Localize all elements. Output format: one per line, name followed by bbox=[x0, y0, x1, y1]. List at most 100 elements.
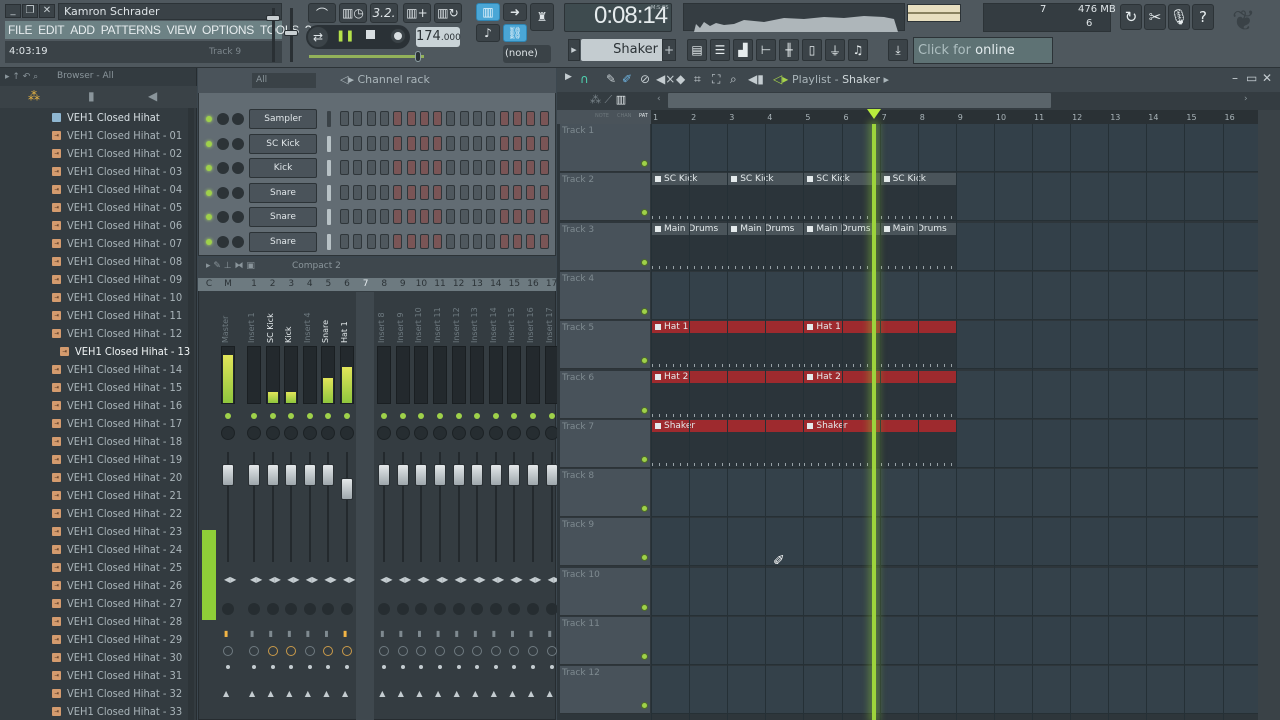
step-button[interactable] bbox=[353, 111, 363, 126]
step-button[interactable] bbox=[526, 209, 536, 225]
step-button[interactable] bbox=[473, 209, 482, 225]
fx-enable-icon[interactable]: ▮ bbox=[306, 629, 310, 638]
step-button[interactable] bbox=[393, 135, 403, 151]
route-arrow-icon[interactable]: ▲ bbox=[268, 689, 274, 698]
magnet-snap-icon[interactable]: ∩ bbox=[580, 72, 589, 86]
mixer-track-number[interactable]: 9 bbox=[394, 279, 412, 289]
mixer-strip[interactable]: Snare ◀▶ ▮ ▲ bbox=[319, 292, 337, 720]
playlist-horizontal-scrollbar[interactable] bbox=[668, 93, 1051, 108]
step-button[interactable] bbox=[512, 160, 522, 176]
fx-enable-icon[interactable]: ▮ bbox=[250, 629, 254, 638]
mode-pat-label[interactable]: PAT bbox=[639, 113, 648, 119]
latency-clock-icon[interactable] bbox=[323, 646, 334, 656]
mixer-send-knob[interactable] bbox=[434, 603, 446, 615]
mixer-send-knob[interactable] bbox=[322, 603, 335, 615]
channel-mute-led[interactable] bbox=[206, 189, 212, 196]
mixer-volume-fader[interactable] bbox=[248, 464, 260, 486]
track-lane[interactable] bbox=[651, 567, 1258, 616]
step-button[interactable] bbox=[433, 209, 443, 225]
route-arrow-icon[interactable]: ▲ bbox=[454, 689, 460, 698]
step-button[interactable] bbox=[473, 160, 482, 176]
step-button[interactable] bbox=[486, 209, 496, 225]
step-button[interactable] bbox=[406, 135, 416, 151]
mode-note-label[interactable]: NOTE bbox=[595, 113, 609, 119]
route-arrow-icon[interactable]: ▲ bbox=[416, 689, 422, 698]
route-arrow-icon[interactable]: ▲ bbox=[472, 689, 478, 698]
mixer-mute-led[interactable] bbox=[269, 413, 276, 419]
latency-clock-icon[interactable] bbox=[528, 646, 538, 656]
step-button[interactable] bbox=[473, 234, 482, 249]
mixer-pan-knob[interactable] bbox=[488, 426, 503, 440]
browser-item[interactable]: ⇥ VEH1 Closed Hihat - 24 bbox=[52, 540, 182, 558]
track-lane[interactable] bbox=[651, 124, 1258, 172]
channel-volume-knob[interactable] bbox=[232, 236, 244, 248]
track-header[interactable]: Track 2 bbox=[560, 173, 650, 222]
arrow-right-icon[interactable]: ➜ bbox=[503, 3, 527, 21]
menu-file[interactable]: FILE bbox=[5, 23, 35, 37]
step-button[interactable] bbox=[486, 111, 496, 126]
step-button[interactable] bbox=[539, 234, 549, 249]
track-mute-led[interactable] bbox=[641, 653, 648, 660]
browser-item[interactable]: ⇥ VEH1 Closed Hihat - 07 bbox=[52, 234, 182, 252]
browser-window-button[interactable]: ⊢ bbox=[756, 39, 776, 61]
channel-pan-knob[interactable] bbox=[217, 162, 229, 175]
stereo-separation-icon[interactable]: ◀▶ bbox=[492, 575, 504, 584]
step-button[interactable] bbox=[526, 111, 536, 126]
step-button[interactable] bbox=[393, 111, 403, 126]
track-lane[interactable] bbox=[651, 518, 1258, 567]
minimize-button[interactable]: _ bbox=[5, 4, 21, 18]
mixer-pan-knob[interactable] bbox=[265, 426, 280, 440]
mixer-track-number[interactable]: 8 bbox=[375, 279, 393, 289]
playlist-minimize-button[interactable]: – bbox=[1232, 71, 1238, 85]
track-mute-led[interactable] bbox=[641, 554, 648, 562]
stereo-separation-icon[interactable]: ◀▶ bbox=[324, 575, 336, 584]
record-button[interactable] bbox=[390, 28, 406, 44]
step-button[interactable] bbox=[340, 209, 349, 225]
fx-enable-icon[interactable]: ▮ bbox=[287, 629, 291, 638]
mixer-mute-led[interactable] bbox=[455, 413, 462, 419]
step-button[interactable] bbox=[366, 184, 376, 200]
stereo-separation-icon[interactable]: ◀▶ bbox=[306, 575, 318, 584]
mixer-volume-fader[interactable] bbox=[415, 464, 428, 486]
stereo-separation-icon[interactable]: ◀▶ bbox=[380, 575, 392, 584]
browser-item[interactable]: ⇥ VEH1 Closed Hihat - 19 bbox=[52, 450, 182, 468]
playlist-maximize-button[interactable]: ▭ bbox=[1246, 71, 1257, 85]
step-button[interactable] bbox=[539, 209, 549, 225]
playhead-marker[interactable] bbox=[866, 109, 881, 119]
track-header[interactable]: Track 12 bbox=[560, 666, 650, 715]
mixer-volume-fader[interactable] bbox=[508, 464, 521, 486]
step-button[interactable] bbox=[433, 111, 443, 126]
step-button[interactable] bbox=[446, 209, 456, 225]
channel-volume-knob[interactable] bbox=[232, 137, 244, 150]
mixer-pan-knob[interactable] bbox=[433, 426, 447, 440]
mixer-strip[interactable]: Insert 11 ◀▶ ▮ ▲ bbox=[431, 292, 449, 720]
mixer-track-number[interactable]: M bbox=[219, 279, 237, 289]
pattern-prev-button[interactable]: ▶ bbox=[568, 39, 580, 61]
step-button[interactable] bbox=[459, 184, 469, 200]
project-title[interactable]: Kamron Schrader bbox=[58, 3, 282, 20]
mixer-track-number[interactable]: 1 bbox=[245, 279, 263, 289]
snap-selector[interactable]: (none) bbox=[503, 45, 551, 63]
record-arm-dot[interactable] bbox=[289, 665, 294, 669]
mixer-volume-fader[interactable] bbox=[396, 464, 409, 486]
step-button[interactable] bbox=[419, 160, 429, 176]
mixer-volume-fader[interactable] bbox=[471, 464, 484, 486]
track-lane[interactable] bbox=[651, 469, 1258, 518]
record-arm-dot[interactable] bbox=[270, 665, 275, 669]
stereo-separation-icon[interactable]: ◀▶ bbox=[269, 575, 281, 584]
menu-options[interactable]: OPTIONS bbox=[199, 23, 257, 37]
step-button[interactable] bbox=[419, 135, 429, 151]
latency-clock-icon[interactable] bbox=[435, 646, 445, 656]
step-button[interactable] bbox=[539, 184, 549, 200]
browser-item[interactable]: ⇥ VEH1 Closed Hihat - 31 bbox=[52, 666, 182, 684]
mixer-pan-knob[interactable] bbox=[321, 426, 336, 440]
mixer-send-knob[interactable] bbox=[527, 603, 539, 615]
channel-rack-window-button[interactable]: ☰ bbox=[710, 39, 730, 61]
mixer-mute-led[interactable] bbox=[306, 413, 313, 419]
browser-item[interactable]: ⇥ VEH1 Closed Hihat - 13 bbox=[60, 342, 190, 360]
mixer-volume-fader[interactable] bbox=[545, 464, 558, 486]
mixer-mute-led[interactable] bbox=[344, 413, 350, 419]
route-arrow-icon[interactable]: ▲ bbox=[379, 689, 385, 698]
mixer-send-knob[interactable] bbox=[248, 603, 260, 615]
project-info-button[interactable]: ▯ bbox=[802, 39, 822, 61]
